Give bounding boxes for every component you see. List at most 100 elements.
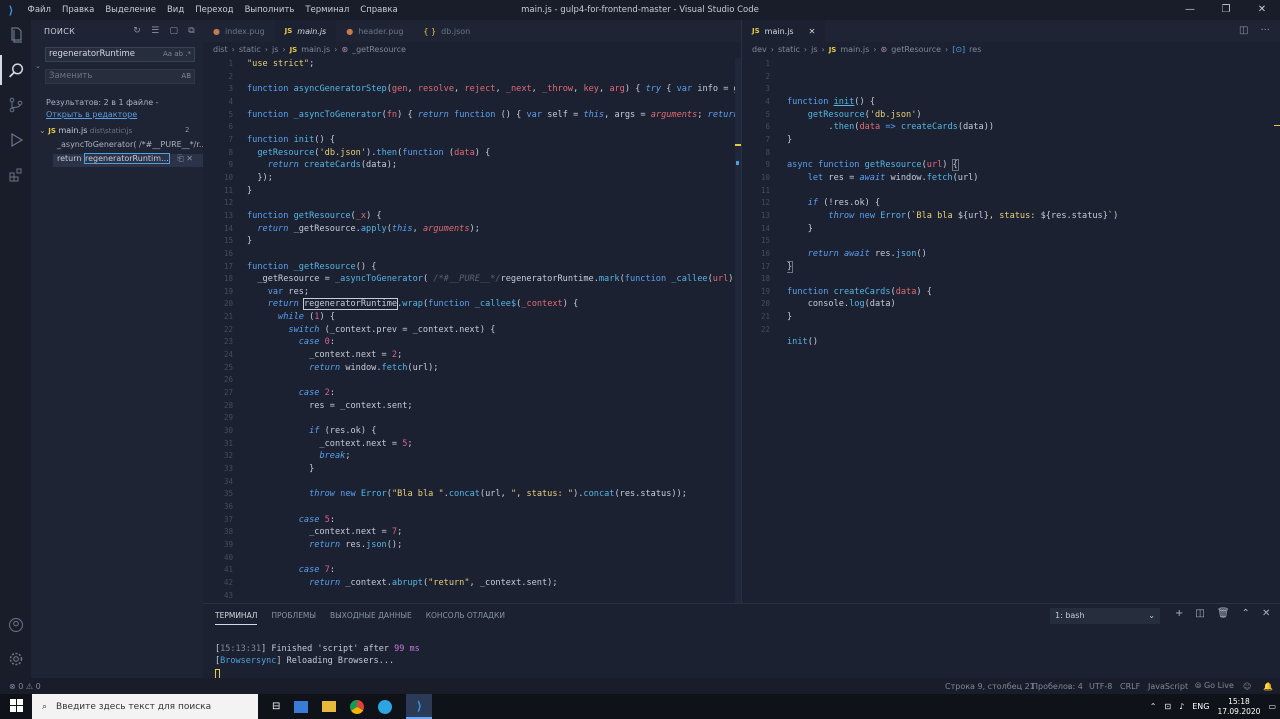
tab-main-js[interactable]: JS main.js [274,20,337,42]
close-tab-icon[interactable]: ✕ [809,27,816,36]
menu-item[interactable]: Терминал [300,5,355,15]
encoding[interactable]: UTF-8 [1089,682,1112,691]
breadcrumb-item[interactable]: dev [752,45,767,54]
replace-input[interactable]: Заменить AB [45,69,195,84]
volume-icon[interactable]: ♪ [1179,702,1184,711]
search-input[interactable]: regeneratorRuntime Aa ab .* [45,47,195,62]
toggle-replace-chevron-icon[interactable]: ⌄ [35,62,41,70]
menu-item[interactable]: Выполнить [239,5,300,15]
breadcrumb-item[interactable]: _getResource [352,45,406,54]
line-ending[interactable]: CRLF [1120,682,1140,691]
collapse-all-icon[interactable]: ⧉ [188,26,195,36]
clear-results-icon[interactable]: ☰ [151,26,159,36]
menu-item[interactable]: Переход [190,5,239,15]
terminal-line: [Browsersync] Reloading Browsers... [215,655,395,666]
menu-item[interactable]: Выделение [100,5,162,15]
notifications-icon[interactable]: 🔔 [1263,682,1273,691]
feedback-icon[interactable]: ☺ [1243,682,1251,691]
breadcrumb-item[interactable]: main.js [301,45,330,54]
preserve-case-option[interactable]: AB [181,70,191,83]
breadcrumb-item[interactable]: dist [213,45,228,54]
maximize-button[interactable]: ❐ [1208,0,1244,20]
chrome-icon[interactable] [350,699,365,714]
close-panel-icon[interactable]: ✕ [1262,608,1270,619]
replace-icon[interactable]: ⎗ ✕ [177,154,193,164]
new-terminal-icon[interactable]: + [1175,608,1183,619]
tab-terminal[interactable]: ТЕРМИНАЛ [215,611,258,625]
panel-actions: + ◫ 🗑 ⌃ ✕ [1175,608,1270,619]
taskbar-apps: ⊟ ⟩ [272,694,433,719]
maximize-panel-icon[interactable]: ⌃ [1242,608,1250,619]
editor-area: ● index.pug JS main.js ● header.pug { } db.j… [203,20,1280,603]
tab-output[interactable]: ВЫХОДНЫЕ ДАННЫЕ [330,611,412,625]
activity-bar [0,20,31,678]
refresh-icon[interactable]: ↻ [133,26,141,36]
extensions-icon[interactable] [0,160,31,190]
minimize-button[interactable]: — [1172,0,1208,20]
task-view-icon[interactable]: ⊟ [272,701,280,712]
close-window-button[interactable]: ✕ [1244,0,1280,20]
explorer-icon[interactable] [0,20,31,50]
clock[interactable]: 15:18 17.09.2020 [1217,697,1260,717]
breadcrumb-item[interactable]: js [272,45,278,54]
search-icon[interactable] [0,55,31,85]
tab-index-pug[interactable]: ● index.pug [203,20,275,42]
start-button[interactable] [0,698,32,715]
language-indicator[interactable]: ENG [1192,702,1209,711]
breadcrumb-item[interactable]: static [239,45,261,54]
tab-problems[interactable]: ПРОБЛЕМЫ [271,611,316,625]
tab-debug-console[interactable]: КОНСОЛЬ ОТЛАДКИ [426,611,505,625]
more-actions-icon[interactable]: ··· [1260,25,1270,36]
result-file-row[interactable]: ⌄ JS main.js dist\static\js 2 [39,126,189,135]
cursor-position[interactable]: Строка 9, столбец 21 [945,682,1035,691]
function-symbol-icon: ⊛ [341,45,349,54]
right-scrollbar-marker [1274,125,1280,126]
network-icon[interactable]: ⊡ [1164,702,1171,711]
breadcrumb-item[interactable]: main.js [840,45,869,54]
language-mode[interactable]: JavaScript [1148,682,1188,691]
file-explorer-icon[interactable] [322,701,337,712]
terminal-select[interactable]: 1: bash ⌄ [1050,608,1160,624]
kill-terminal-icon[interactable]: 🗑 [1217,608,1230,619]
account-icon[interactable] [0,610,31,640]
run-debug-icon[interactable] [0,125,31,155]
split-terminal-icon[interactable]: ◫ [1195,608,1204,619]
go-live-button[interactable]: ⦾ Go Live [1195,681,1234,691]
tab-main-js-dev[interactable]: JS main.js ✕ [742,20,826,42]
split-editor-icon[interactable]: ◫ [1239,25,1248,36]
breadcrumb-item[interactable]: js [811,45,817,54]
right-tab-bar: JS main.js ✕ ◫ ··· [742,20,1280,42]
chevron-down-icon: ⌄ [1148,611,1155,620]
search-options[interactable]: Aa ab .* [163,48,191,61]
terminal-output[interactable]: [15:13:31] Finished 'script' after 99 ms… [215,644,420,679]
outlook-icon[interactable] [294,700,309,713]
source-control-icon[interactable] [0,90,31,120]
result-match-1[interactable]: _asyncToGenerator( /*#__PURE__*/r... [57,140,207,149]
result-match-2[interactable]: return regeneratorRuntim... ⎗ ✕ [53,153,203,167]
terminal-select-value: 1: bash [1055,611,1085,620]
tab-label: main.js [764,26,794,36]
new-search-editor-icon[interactable]: ▢ [169,26,178,36]
tray-overflow-icon[interactable]: ⌃ [1150,702,1157,711]
problems-indicator[interactable]: ⊗ 0 ⚠ 0 [9,682,41,691]
left-code-editor[interactable]: "use strict"; function asyncGeneratorSte… [247,58,741,603]
taskbar-search[interactable]: ⌕ Введите здесь текст для поиска [32,694,258,719]
taskbar-search-placeholder: Введите здесь текст для поиска [56,701,212,712]
breadcrumb-item[interactable]: getResource [891,45,941,54]
action-center-icon[interactable]: ▭ [1268,702,1276,711]
menu-item[interactable]: Справка [355,5,403,15]
vscode-taskbar-icon[interactable]: ⟩ [406,694,433,719]
breadcrumb-item[interactable]: static [778,45,800,54]
menu-item[interactable]: Вид [161,5,189,15]
settings-gear-icon[interactable] [0,644,31,674]
breadcrumb-item[interactable]: res [969,45,981,54]
menu-item[interactable]: Файл [22,5,56,15]
vscode-logo-icon: ⟩ [8,3,14,17]
tab-header-pug[interactable]: ● header.pug [336,20,413,42]
tab-db-json[interactable]: { } db.json [413,20,480,42]
menu-item[interactable]: Правка [56,5,99,15]
indentation[interactable]: Пробелов: 4 [1032,682,1083,691]
right-code-editor[interactable]: function init() { getResource('db.json')… [787,58,1274,603]
telegram-icon[interactable] [378,699,393,714]
open-in-editor-link[interactable]: Открыть в редакторе [46,110,137,119]
